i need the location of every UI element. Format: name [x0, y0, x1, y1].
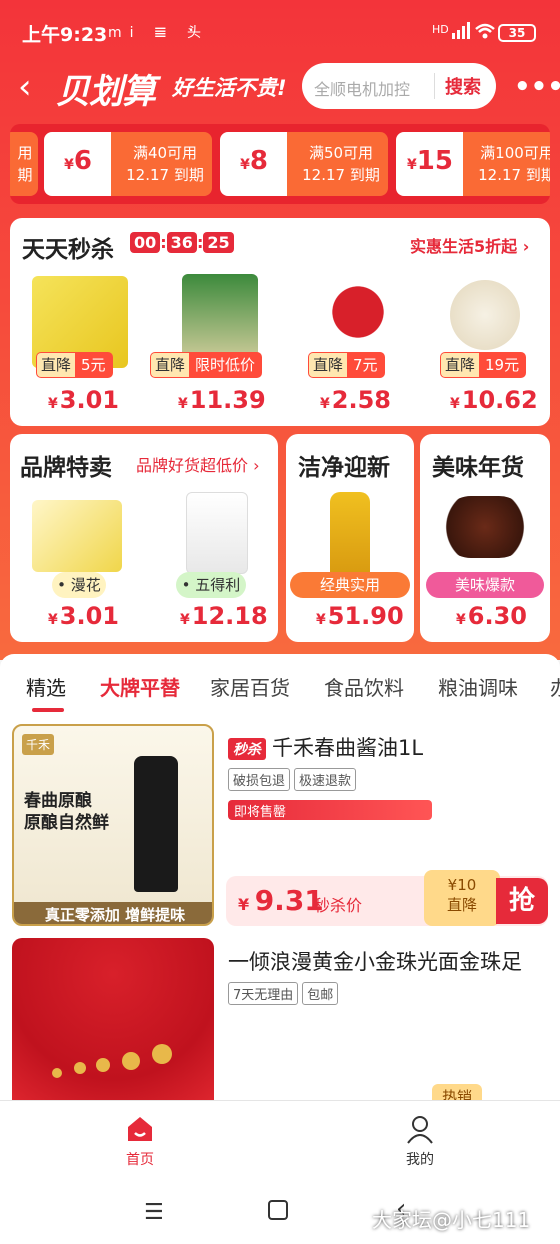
- search-bar[interactable]: 全顺电机加控 搜索: [302, 63, 496, 109]
- coupon-card[interactable]: ¥8 满50可用 12.17 到期: [220, 132, 388, 196]
- price-drop-tag: 直降 7元: [308, 352, 385, 378]
- product-image-tissue[interactable]: [32, 500, 122, 572]
- drop-badge: ¥10 直降: [424, 870, 500, 926]
- brand-sale-title: 品牌特卖: [20, 455, 112, 481]
- watermark: 大家坛@小七111: [372, 1208, 531, 1232]
- home-square-icon[interactable]: [268, 1200, 288, 1220]
- product-price: ¥3.01: [48, 386, 119, 414]
- flash-sale-link[interactable]: 实惠生活5折起 ›: [410, 233, 529, 257]
- service-chips: 破损包退 极速退款: [228, 768, 360, 791]
- category-pill: 美味爆款: [426, 572, 544, 598]
- brand-logo: 贝划算: [56, 72, 156, 112]
- coupon-condition: 满40可用 12.17 到期: [126, 144, 204, 184]
- image-footer: 真正零添加 增鲜提味: [14, 902, 212, 924]
- status-bar: 上午9:23 mi 𝌆 头 · HD 35: [0, 0, 560, 62]
- status-time: 上午9:23: [22, 24, 108, 46]
- feed-item-title[interactable]: 秒杀 千禾春曲酱油1L: [228, 732, 423, 762]
- product-image-chestnut[interactable]: [440, 496, 530, 558]
- coupon-amount: ¥15: [407, 146, 453, 176]
- product-price: ¥51.90: [316, 602, 404, 630]
- tab-home-goods[interactable]: 家居百货: [210, 672, 290, 701]
- service-chip: 包邮: [302, 982, 339, 1005]
- service-chip: 极速退款: [294, 768, 357, 791]
- nav-home[interactable]: 首页: [100, 1113, 180, 1169]
- hot-sale-badge: 热销: [432, 1084, 483, 1100]
- clean-new-card: 洁净迎新 经典实用 ¥51.90: [286, 434, 414, 642]
- tasty-goods-title: 美味年货: [432, 455, 524, 481]
- price-label: 秒杀价: [314, 896, 363, 915]
- home-icon: [128, 1117, 152, 1141]
- coupon-card[interactable]: 用期: [10, 132, 38, 196]
- product-price: ¥6.30: [456, 602, 527, 630]
- product-price: ¥11.39: [178, 386, 266, 414]
- battery-icon: 35: [498, 24, 536, 42]
- coupon-amount: ¥8: [240, 146, 268, 176]
- feed-item-price: ¥ 9.31: [238, 884, 324, 917]
- category-tabs: 精选 大牌平替 家居百货 食品饮料 粮油调味 办: [0, 654, 560, 712]
- brand-sale-link[interactable]: 品牌好货超低价 ›: [136, 452, 260, 476]
- more-icon[interactable]: •••: [514, 72, 560, 102]
- search-input[interactable]: 全顺电机加控: [314, 76, 410, 100]
- product-price: ¥2.58: [320, 386, 391, 414]
- signal-icon: HD: [432, 21, 498, 39]
- coupon-card[interactable]: ¥15 满100可用 12.17 到期: [396, 132, 550, 196]
- service-chips: 7天无理由 包邮: [228, 982, 342, 1005]
- feed-item-title[interactable]: 一倾浪漫黄金小金珠光面金珠足: [228, 946, 522, 976]
- header: ‹ 贝划算 好生活不贵! 全顺电机加控 搜索 •••: [0, 60, 560, 116]
- feed-item-image[interactable]: 千禾 春曲原酿 原酿自然鲜 真正零添加 增鲜提味: [12, 724, 214, 926]
- user-icon: [407, 1116, 433, 1144]
- grab-button[interactable]: 抢: [496, 878, 548, 924]
- countdown-timer: 00:36:25: [130, 232, 234, 253]
- seckill-badge: 秒杀: [228, 738, 266, 760]
- signal-hd-label: HD: [432, 23, 449, 36]
- product-price: ¥3.01: [48, 602, 119, 630]
- image-brand-label: 千禾: [22, 734, 55, 755]
- nav-mine[interactable]: 我的: [380, 1113, 460, 1169]
- stock-label: 即将售罄: [234, 805, 287, 820]
- coupon-card[interactable]: ¥6 满40可用 12.17 到期: [44, 132, 212, 196]
- brand-pill: • 漫花: [52, 572, 106, 598]
- tab-selected[interactable]: 精选: [26, 672, 66, 701]
- service-chip: 7天无理由: [228, 982, 299, 1005]
- clean-new-title: 洁净迎新: [298, 455, 390, 481]
- flash-sale-title: 天天秒杀: [22, 237, 114, 263]
- coupon-condition: 用期: [17, 144, 33, 184]
- brand-slogan: 好生活不贵!: [172, 76, 287, 100]
- price-drop-tag: 直降 19元: [440, 352, 527, 378]
- brand-pill: • 五得利: [176, 572, 246, 598]
- service-chip: 破损包退: [228, 768, 291, 791]
- brand-sale-card: 品牌特卖 品牌好货超低价 › • 漫花 ¥3.01 • 五得利 ¥12.18: [10, 434, 278, 642]
- product-image-oil[interactable]: [330, 492, 370, 576]
- stock-progress-bar: 即将售罄: [228, 800, 432, 820]
- price-bar[interactable]: ¥ 9.31 秒杀价 ¥10 直降 抢: [226, 870, 548, 926]
- tab-brand-alternatives[interactable]: 大牌平替: [100, 672, 180, 701]
- bottom-nav: 首页 我的: [0, 1100, 560, 1180]
- back-icon[interactable]: ‹: [18, 70, 42, 104]
- menu-icon[interactable]: ☰: [144, 1200, 164, 1225]
- coupon-condition: 满50可用 12.17 到期: [302, 144, 380, 184]
- soy-sauce-bottle-icon: [134, 756, 178, 892]
- tab-more[interactable]: 办: [550, 672, 560, 701]
- product-feed: 千禾 春曲原酿 原酿自然鲜 真正零添加 增鲜提味 秒杀 千禾春曲酱油1L 破损包退…: [0, 712, 560, 1100]
- coupon-condition: 满100可用 12.17 到期: [478, 144, 550, 184]
- category-pill: 经典实用: [290, 572, 410, 598]
- status-dot: ·: [188, 18, 195, 42]
- price-drop-tag: 直降 限时低价: [150, 352, 263, 378]
- feed-item-image[interactable]: [12, 938, 214, 1100]
- product-price: ¥10.62: [450, 386, 538, 414]
- gold-beads-icon: [52, 1044, 172, 1078]
- coupon-strip: 用期 ¥6 满40可用 12.17 到期 ¥8 满50可用 12.17 到期 ¥15…: [10, 124, 550, 204]
- tab-food-drinks[interactable]: 食品饮料: [324, 672, 404, 701]
- search-button[interactable]: 搜索: [434, 73, 494, 99]
- coupon-amount: ¥6: [64, 146, 92, 176]
- product-price: ¥12.18: [180, 602, 268, 630]
- tab-grain-oil[interactable]: 粮油调味: [438, 672, 518, 701]
- image-text-2: 原酿自然鲜: [24, 813, 109, 833]
- product-image-flour[interactable]: [186, 492, 248, 574]
- tasty-goods-card: 美味年货 美味爆款 ¥6.30: [420, 434, 550, 642]
- flash-sale-card: 天天秒杀 00:36:25 实惠生活5折起 › 直降 5元 ¥3.01 直降 限时低…: [10, 218, 550, 426]
- product-image-seeds[interactable]: [450, 280, 520, 350]
- page: 上午9:23 mi 𝌆 头 · HD 35 ‹ 贝划算 好生活不贵! 全顺电机加…: [0, 0, 560, 1244]
- price-drop-tag: 直降 5元: [36, 352, 113, 378]
